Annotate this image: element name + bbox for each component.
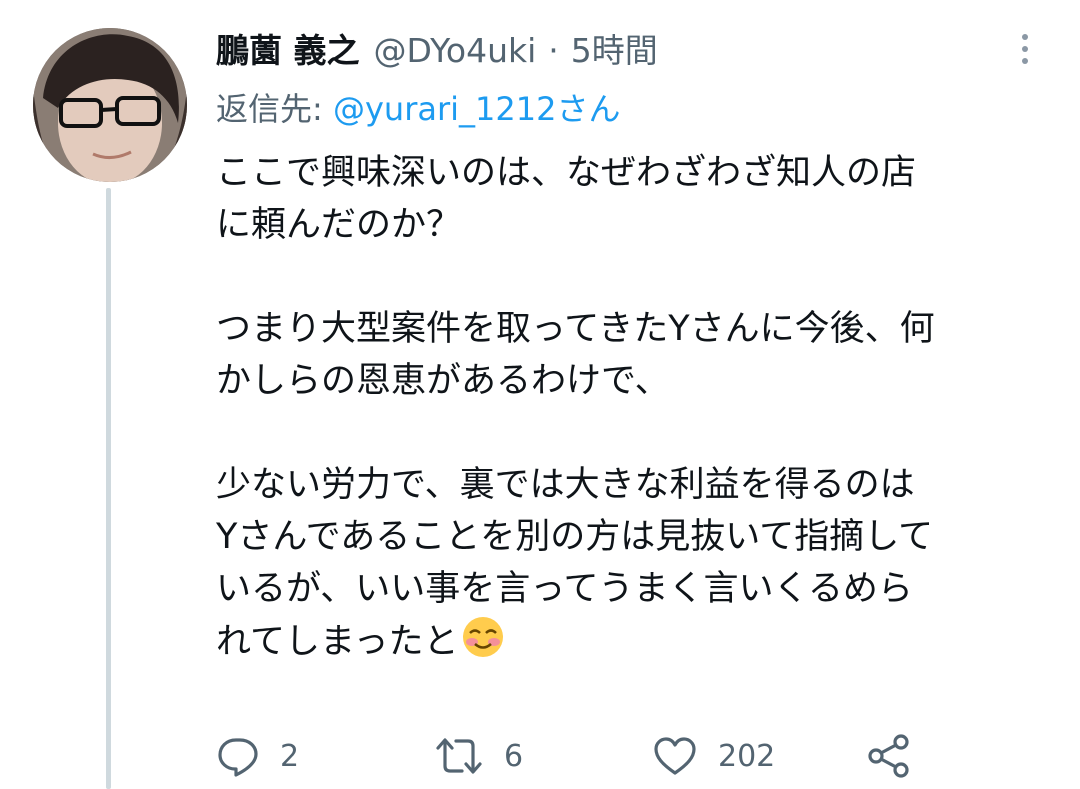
text-line: 少ない労力で、裏では大きな利益を得るのは [216,465,915,505]
tweet-header: 鵬薗 義之 @DYo4uki · 5時間 [216,26,996,76]
reply-to-handle[interactable]: @yurari_1212さん [333,90,620,128]
avatar-image [33,28,187,182]
thread-line [106,188,111,789]
text-line-blank [216,407,1046,459]
text-line: ここで興味深いのは、なぜわざわざ知人の店 [216,153,917,193]
text-line: Yさんであることを別の方は見抜いて指摘して [216,517,934,557]
heart-icon [654,737,696,775]
share-icon [868,734,909,778]
reply-prefix: 返信先: [216,90,333,128]
text-line: つまり大型案件を取ってきたYさんに今後、何 [216,309,935,349]
display-name[interactable]: 鵬薗 義之 [216,26,360,76]
text-line: れてしまったと [216,622,459,662]
tweet-text: ここで興味深いのは、なぜわざわざ知人の店 に頼んだのか？ つまり大型案件を取って… [216,147,1046,668]
smiling-face-emoji [461,615,505,659]
more-options-icon[interactable] [1008,26,1042,72]
like-button[interactable]: 202 [652,726,775,786]
action-bar: 2 6 202 [216,726,936,786]
text-line: に頼んだのか？ [216,205,462,245]
handle[interactable]: @DYo4uki [374,26,537,76]
timestamp[interactable]: 5時間 [571,26,658,76]
reply-count: 2 [280,738,300,774]
reply-button[interactable]: 2 [216,726,299,786]
text-line-blank [216,251,1046,303]
retweet-button[interactable]: 6 [434,726,523,786]
last-text-line: れてしまったと [216,615,1046,668]
text-line: かしらの恩恵があるわけで、 [216,361,670,401]
like-count: 202 [718,738,776,774]
retweet-count: 6 [504,738,524,774]
reply-icon [218,738,258,777]
avatar[interactable] [33,28,187,182]
reply-to-line: 返信先: @yurari_1212さん [216,84,620,134]
text-line: いるが、いい事を言ってうまく言いくるめら [216,569,913,609]
share-button[interactable] [866,726,912,786]
separator: · [548,31,559,70]
retweet-icon [436,738,482,774]
